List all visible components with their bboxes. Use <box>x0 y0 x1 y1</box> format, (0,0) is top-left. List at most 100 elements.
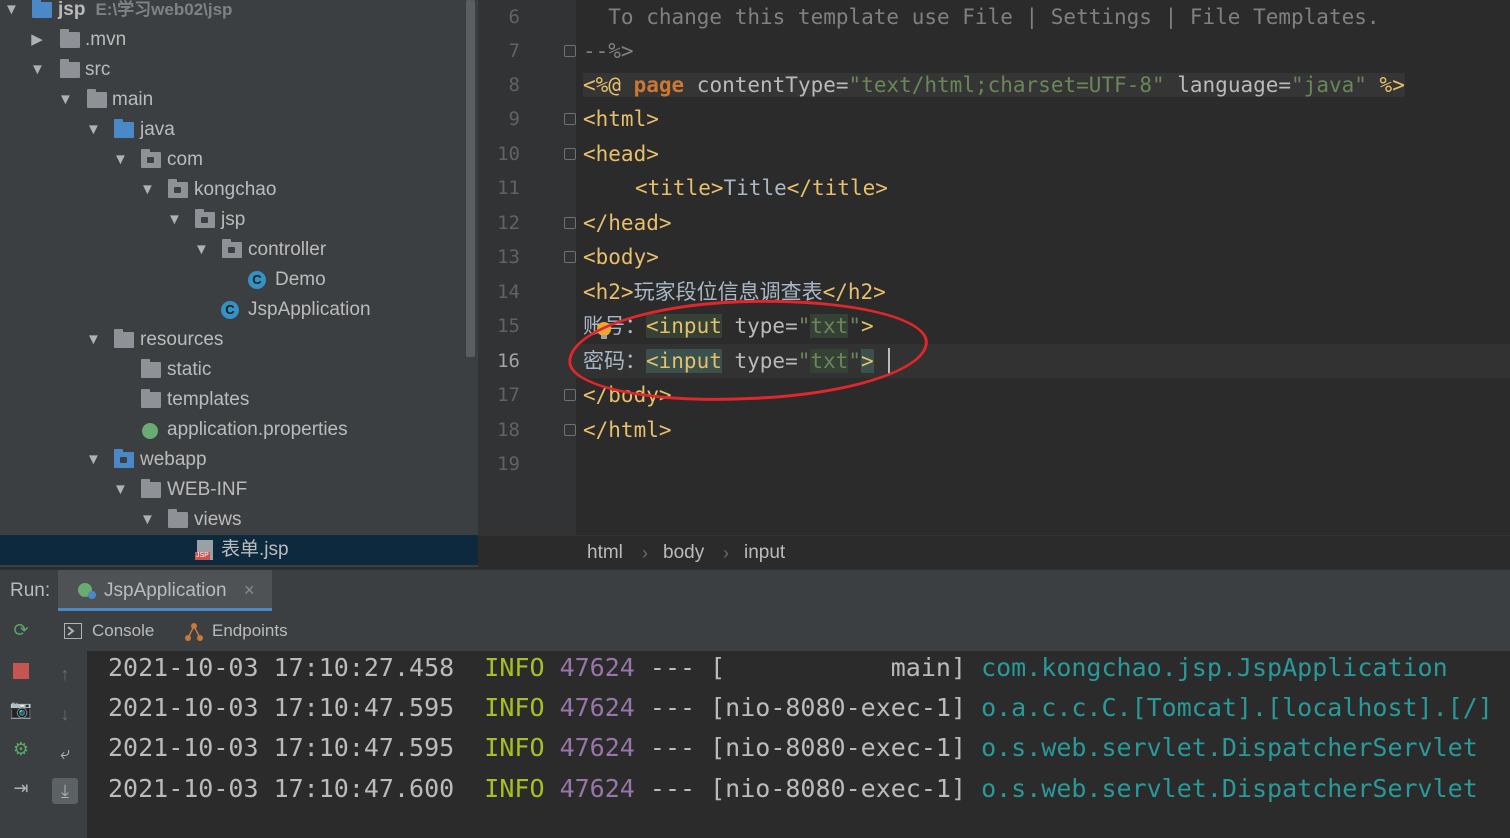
log-level: INFO <box>484 653 545 682</box>
tag-close: </h2> <box>822 280 886 304</box>
spring-properties-icon <box>142 423 158 439</box>
log-timestamp: 2021-10-03 17:10:47.600 <box>108 774 455 803</box>
line-number: 15 <box>497 315 520 337</box>
tree-item-label: Demo <box>275 269 326 290</box>
chevron-down-icon[interactable]: ▼ <box>86 325 101 355</box>
tree-item-resources[interactable]: ▼ resources <box>0 325 478 355</box>
breadcrumb-input[interactable]: input <box>744 536 785 570</box>
tree-item-form-jsp[interactable]: 表单.jsp <box>0 535 478 565</box>
log-separator: --- <box>649 693 696 722</box>
run-tab-jspapplication[interactable]: JspApplication × <box>58 570 272 611</box>
fold-marker-icon[interactable] <box>564 389 576 401</box>
line-number: 6 <box>508 6 520 28</box>
camera-icon[interactable]: 📷 <box>8 696 34 722</box>
tree-item-java[interactable]: ▼ java <box>0 115 478 145</box>
tree-item-label: java <box>140 119 175 140</box>
chevron-right-icon[interactable]: ▶ <box>30 25 44 55</box>
code-line-8: <%@ page contentType="text/html;charset=… <box>583 68 1405 102</box>
tree-item-demo[interactable]: C Demo <box>0 265 478 295</box>
line-number: 18 <box>497 419 520 441</box>
log-thread: [nio-8080-exec-1] <box>710 693 966 722</box>
code-line-13: <body> <box>583 245 659 269</box>
spring-boot-class-icon: C <box>221 301 239 319</box>
chevron-down-icon[interactable]: ▼ <box>167 205 182 235</box>
tree-item-com[interactable]: ▼ com <box>0 145 478 175</box>
rerun-icon[interactable]: ⟳ <box>8 617 34 643</box>
chevron-down-icon[interactable]: ▼ <box>113 475 128 505</box>
console-output[interactable]: 2021-10-03 17:10:27.458 INFO 47624 --- [… <box>88 651 1510 838</box>
fold-marker-icon[interactable] <box>564 45 576 57</box>
tree-item-application-properties[interactable]: application.properties <box>0 415 478 445</box>
log-timestamp: 2021-10-03 17:10:27.458 <box>108 653 455 682</box>
arrow-up-icon[interactable]: ↑ <box>52 661 78 687</box>
tree-item-label: main <box>112 89 154 110</box>
breadcrumb-html[interactable]: html <box>587 536 623 570</box>
tree-item-label: kongchao <box>194 179 277 200</box>
tree-item-webapp[interactable]: ▼ webapp <box>0 445 478 475</box>
chevron-down-icon[interactable]: ▼ <box>58 85 73 115</box>
fold-marker-icon[interactable] <box>564 251 576 263</box>
exit-icon[interactable]: ⇥ <box>8 775 34 801</box>
chevron-down-icon[interactable]: ▼ <box>113 145 128 175</box>
chevron-down-icon[interactable]: ▼ <box>86 445 101 475</box>
tree-item-label: controller <box>248 239 327 260</box>
code-line-10: <head> <box>583 142 659 166</box>
breadcrumb-body[interactable]: body <box>663 536 704 570</box>
tree-item-jspapplication[interactable]: C JspApplication <box>0 295 478 325</box>
log-separator: --- <box>649 733 696 762</box>
chevron-down-icon[interactable]: ▼ <box>140 505 155 535</box>
log-pid: 47624 <box>559 774 635 803</box>
log-pid: 47624 <box>559 733 635 762</box>
tree-scrollbar[interactable] <box>466 0 475 357</box>
spring-boot-run-icon <box>78 583 96 599</box>
chevron-down-icon[interactable]: ▼ <box>30 55 45 85</box>
log-line: 2021-10-03 17:10:47.595 INFO 47624 --- [… <box>108 728 1478 768</box>
chevron-down-icon[interactable]: ▼ <box>86 115 101 145</box>
tree-item-controller[interactable]: ▼ controller <box>0 235 478 265</box>
tab-console[interactable]: Console <box>92 611 154 651</box>
tree-item-jsp-package[interactable]: ▼ jsp <box>0 205 478 235</box>
tree-item-templates[interactable]: templates <box>0 385 478 415</box>
arrow-down-icon[interactable]: ↓ <box>52 701 78 727</box>
chevron-down-icon[interactable]: ▼ <box>194 235 209 265</box>
debug-settings-icon[interactable]: ⚙ <box>8 736 34 762</box>
tree-item-static[interactable]: static <box>0 355 478 385</box>
tree-item-views[interactable]: ▼ views <box>0 505 478 535</box>
line-number: 13 <box>497 246 520 268</box>
tree-item-src[interactable]: ▼ src <box>0 55 478 85</box>
tag-open: <h2> <box>583 280 634 304</box>
directive-keyword: page <box>633 73 685 97</box>
tree-item-label: WEB-INF <box>167 479 248 500</box>
fold-marker-icon[interactable] <box>564 148 576 160</box>
soft-wrap-icon[interactable]: ⤶ <box>52 740 78 766</box>
tab-endpoints[interactable]: Endpoints <box>212 611 288 651</box>
tree-item-kongchao[interactable]: ▼ kongchao <box>0 175 478 205</box>
line-number: 8 <box>508 74 520 96</box>
chevron-down-icon[interactable]: ▼ <box>4 0 19 25</box>
line-number: 10 <box>497 143 520 165</box>
endpoints-icon <box>185 623 203 641</box>
folder-icon <box>141 389 161 408</box>
tree-item-main[interactable]: ▼ main <box>0 85 478 115</box>
scroll-to-end-icon[interactable]: ⤓ <box>52 778 78 804</box>
resources-folder-icon <box>114 329 134 348</box>
tree-item-web-inf[interactable]: ▼ WEB-INF <box>0 475 478 505</box>
code-line-18: </html> <box>583 418 672 442</box>
log-pid: 47624 <box>559 693 635 722</box>
close-icon[interactable]: × <box>244 570 255 611</box>
run-toolbar: ⟳ 📷 ⚙ ⇥ <box>0 620 42 838</box>
tree-root-jsp[interactable]: ▼ jsp E:\学习web02\jsp <box>0 0 478 25</box>
stop-button[interactable] <box>8 657 34 683</box>
web-folder-icon <box>114 449 134 468</box>
fold-marker-icon[interactable] <box>564 217 576 229</box>
source-folder-icon <box>114 119 134 138</box>
fold-marker-icon[interactable] <box>564 113 576 125</box>
fold-marker-icon[interactable] <box>564 424 576 436</box>
tree-item-label: application.properties <box>167 419 348 440</box>
chevron-down-icon[interactable]: ▼ <box>140 175 155 205</box>
code-editor[interactable]: 6 7 8 9 10 11 12 13 14 15 16 17 18 19 To… <box>478 0 1510 535</box>
log-pid: 47624 <box>559 653 635 682</box>
tree-item-mvn[interactable]: ▶ .mvn <box>0 25 478 55</box>
code-line-7: --%> <box>583 39 634 63</box>
log-separator: --- <box>649 774 696 803</box>
